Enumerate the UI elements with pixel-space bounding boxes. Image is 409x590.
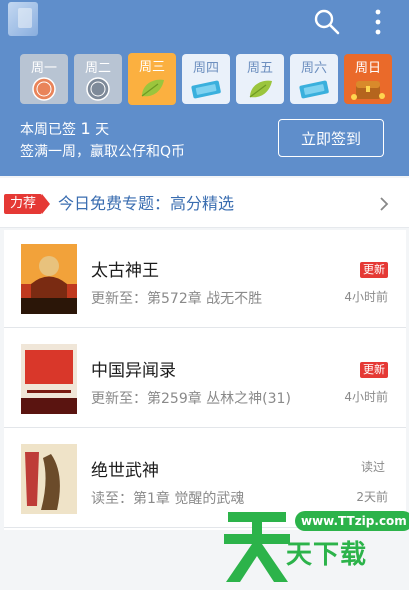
recommend-tag: 力荐 <box>4 194 51 214</box>
status-badge: 更新 <box>360 262 388 278</box>
book-cover-image[interactable] <box>21 444 77 514</box>
day-label: 周六 <box>300 61 327 76</box>
day-label: 周一 <box>30 61 57 76</box>
weekday-strip: 周一 周二 周三 周四 周五 周六 周日 <box>20 53 392 106</box>
sign-in-header: 周一 周二 周三 周四 周五 周六 周日 本周已签 1 天 签满一周，赢取公仔和… <box>0 0 409 176</box>
reward-text: 签满一周，赢取公仔和Q币 <box>20 144 186 160</box>
leaf-icon <box>249 80 272 98</box>
day-label: 周日 <box>354 61 381 76</box>
book-title[interactable]: 太古神王 <box>91 256 159 281</box>
day-sunday[interactable]: 周日 <box>344 54 392 104</box>
coupon-icon <box>299 80 329 99</box>
day-label: 周三 <box>138 60 165 75</box>
more-vert-icon[interactable] <box>368 8 388 36</box>
app-logo-icon <box>8 2 38 36</box>
book-progress: 更新至：第259章 丛林之神(31) <box>91 391 291 407</box>
book-row[interactable]: 中国异闻录 更新至：第259章 丛林之神(31) 更新 4小时前 <box>4 330 406 428</box>
status-badge: 更新 <box>360 362 388 378</box>
promo-banner[interactable]: 力荐 今日免费专题：高分精选 <box>0 178 409 228</box>
book-cover-image[interactable] <box>21 344 77 414</box>
day-label: 周二 <box>84 61 111 76</box>
watermark-url: www.TTzip.com <box>295 511 409 531</box>
book-row[interactable]: 太古神王 更新至：第572章 战无不胜 更新 4小时前 <box>4 230 406 328</box>
status-badge: 读过 <box>360 460 385 474</box>
full-stamp-icon <box>86 77 110 101</box>
update-time: 4小时前 <box>344 290 388 304</box>
book-cover-image[interactable] <box>21 244 77 314</box>
coupon-icon <box>191 80 221 99</box>
watermark-text: 天下载 <box>286 540 368 570</box>
day-tuesday[interactable]: 周二 <box>74 54 122 104</box>
day-wednesday[interactable]: 周三 <box>128 53 176 105</box>
day-friday[interactable]: 周五 <box>236 54 284 104</box>
promo-title[interactable]: 今日免费专题：高分精选 <box>58 194 234 214</box>
leaf-icon <box>141 79 164 97</box>
day-thursday[interactable]: 周四 <box>182 54 230 104</box>
watermark-logo: www.TTzip.com 天下载 <box>222 498 409 586</box>
week-count: 1 <box>80 119 91 138</box>
book-list: 太古神王 更新至：第572章 战无不胜 更新 4小时前 中国异闻录 更新至：第2… <box>4 230 406 530</box>
week-prefix: 本周已签 <box>20 122 76 138</box>
week-progress: 本周已签 1 天 签满一周，赢取公仔和Q币 <box>20 118 185 163</box>
week-count-line: 本周已签 1 天 <box>20 118 185 141</box>
sign-in-button[interactable]: 立即签到 <box>278 119 384 157</box>
treasure-chest-icon <box>351 81 385 100</box>
day-monday[interactable]: 周一 <box>20 54 68 104</box>
day-label: 周四 <box>192 61 219 76</box>
update-time: 4小时前 <box>344 390 388 404</box>
day-label: 周五 <box>246 61 273 76</box>
signed-stamp-icon <box>32 77 56 101</box>
watermark-big-char-icon <box>224 512 290 582</box>
chevron-right-icon[interactable] <box>378 196 390 212</box>
week-suffix: 天 <box>95 122 110 138</box>
day-saturday[interactable]: 周六 <box>290 54 338 104</box>
book-title[interactable]: 中国异闻录 <box>91 356 176 381</box>
book-progress: 更新至：第572章 战无不胜 <box>91 291 263 307</box>
search-icon[interactable] <box>313 8 341 36</box>
book-title[interactable]: 绝世武神 <box>91 456 159 481</box>
